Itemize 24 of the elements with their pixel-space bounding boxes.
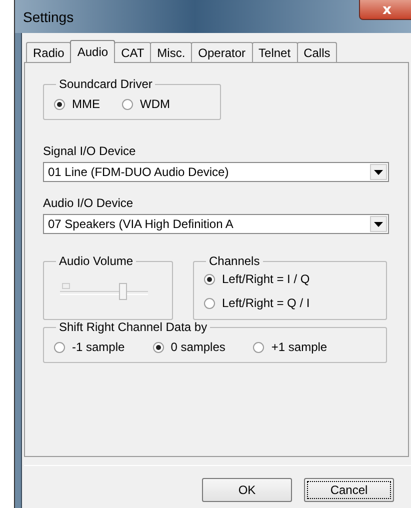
tab[interactable]: CAT bbox=[114, 42, 152, 62]
field-label: Audio I/O Device bbox=[43, 196, 134, 210]
radio-option[interactable]: WDM bbox=[122, 97, 170, 111]
tab[interactable]: Audio bbox=[70, 40, 116, 63]
radio-option[interactable]: +1 sample bbox=[253, 340, 328, 354]
tab[interactable]: Calls bbox=[296, 42, 338, 62]
tab[interactable]: Radio bbox=[26, 42, 72, 62]
radio-option[interactable]: 0 samples bbox=[152, 340, 226, 354]
radio-option[interactable]: MME bbox=[54, 97, 100, 111]
field-label: Signal I/O Device bbox=[43, 144, 137, 158]
dialog-button[interactable]: OK bbox=[202, 478, 292, 502]
tab[interactable]: Operator bbox=[191, 42, 253, 62]
volume-slider[interactable] bbox=[60, 280, 148, 302]
group-title: Shift Right Channel Data by bbox=[58, 320, 208, 334]
dropdown[interactable]: 01 Line (FDM-DUO Audio Device) bbox=[43, 162, 389, 182]
dialog-button[interactable]: Cancel bbox=[304, 478, 394, 502]
radio-option[interactable]: Left/Right = Q / I bbox=[204, 296, 376, 310]
group-title: Soundcard Driver bbox=[58, 77, 154, 91]
radio-option[interactable]: Left/Right = I / Q bbox=[204, 272, 376, 286]
window-title: Settings bbox=[23, 9, 74, 25]
group-title: Audio Volume bbox=[58, 254, 134, 268]
dropdown[interactable]: 07 Speakers (VIA High Definition A bbox=[43, 214, 389, 234]
group-title: Channels bbox=[208, 254, 261, 268]
radio-option[interactable]: -1 sample bbox=[54, 340, 125, 354]
